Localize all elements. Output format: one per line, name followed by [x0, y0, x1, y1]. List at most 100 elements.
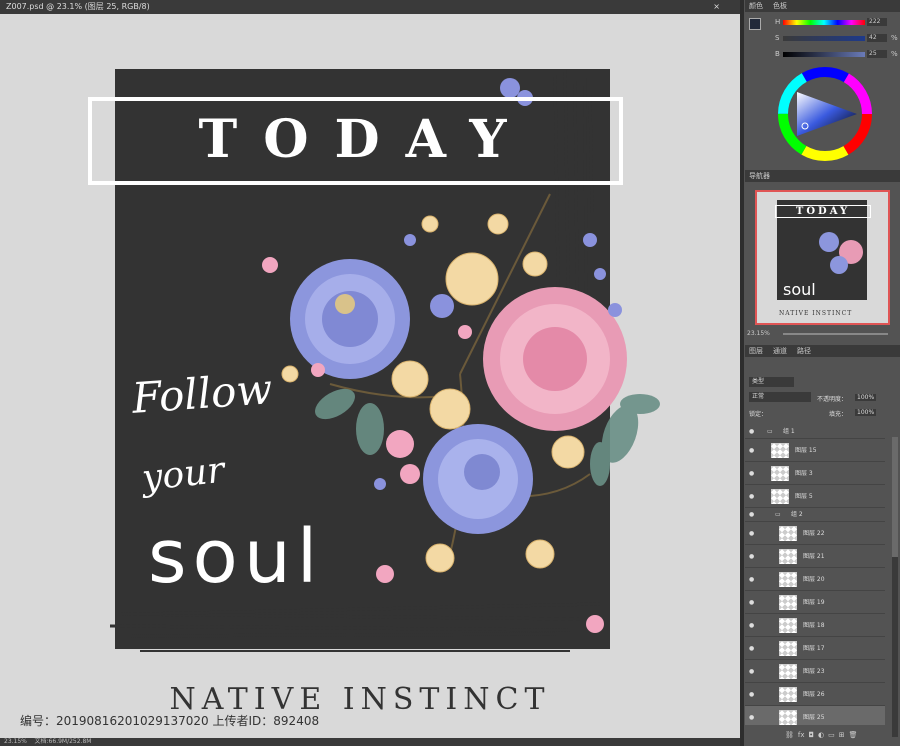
watermark-caption: 编号：20190816201029137020 上传者ID：892408 — [20, 714, 320, 728]
fill-label: 填充： — [829, 411, 848, 418]
layer-row-group-1[interactable]: ● ▭ 组 1 — [745, 425, 885, 439]
layer-row[interactable]: ● 图层 22 — [745, 522, 885, 545]
layer-name: 图层 22 — [803, 530, 825, 537]
eye-icon[interactable]: ● — [749, 637, 754, 660]
tab-navigator[interactable]: 导航器 — [749, 170, 770, 182]
layer-row[interactable]: ● 图层 20 — [745, 568, 885, 591]
navigator-zoom[interactable]: 23.15% — [747, 330, 770, 337]
eye-icon[interactable]: ● — [749, 706, 754, 725]
layer-filter-select[interactable]: 类型 — [749, 377, 794, 387]
preview-flowers-icon — [819, 232, 863, 274]
brightness-label: B — [775, 50, 780, 58]
status-bar: 23.15% 文档:66.9M/252.8M — [0, 738, 740, 746]
canvas[interactable]: TODAY Follow your soul NATIVE INSTINCT 编… — [0, 14, 740, 738]
headline-today: TODAY — [198, 109, 533, 170]
tab-channels[interactable]: 通道 — [773, 345, 787, 357]
adjustment-icon[interactable]: ◐ — [818, 731, 824, 739]
hue-value[interactable]: 222 — [867, 18, 887, 26]
tab-color[interactable]: 颜色 — [749, 0, 763, 12]
navigator-zoom-slider[interactable] — [783, 333, 888, 335]
opacity-value[interactable]: 100% — [855, 394, 877, 401]
fx-icon[interactable]: fx — [798, 731, 805, 739]
eye-icon[interactable]: ● — [749, 660, 754, 683]
hue-slider[interactable] — [783, 20, 865, 25]
preview-headline: TODAY — [775, 205, 871, 218]
saturation-label: S — [775, 34, 780, 42]
preview-soul: soul — [783, 280, 816, 299]
layer-row[interactable]: ● 图层 15 — [745, 439, 885, 462]
layer-row[interactable]: ● 图层 23 — [745, 660, 885, 683]
close-icon[interactable]: × — [713, 0, 720, 14]
pink-peony — [483, 287, 627, 431]
layer-row[interactable]: ● 图层 17 — [745, 637, 885, 660]
eye-icon[interactable]: ● — [749, 545, 754, 568]
navigator-preview[interactable]: TODAY soul NATIVE INSTINCT — [755, 190, 890, 325]
fill-value[interactable]: 100% — [855, 409, 877, 416]
navigator-panel: 导航器 TODAY soul NATIVE INSTINCT 23.15% — [745, 170, 900, 345]
layer-name: 图层 19 — [803, 599, 825, 606]
script-your: your — [140, 449, 227, 500]
eye-icon[interactable]: ● — [749, 485, 754, 508]
saturation-value[interactable]: 42 — [867, 34, 887, 42]
layer-name: 图层 5 — [795, 493, 813, 500]
layer-name: 图层 20 — [803, 576, 825, 583]
eye-icon[interactable]: ● — [749, 591, 754, 614]
layers-scrollbar[interactable] — [892, 437, 898, 737]
layer-row-selected[interactable]: ● 图层 25 — [745, 706, 885, 725]
brightness-slider[interactable] — [783, 52, 865, 57]
word-soul: soul — [148, 514, 324, 600]
eye-icon[interactable]: ● — [749, 508, 754, 522]
saturation-slider[interactable] — [783, 36, 865, 41]
folder-icon[interactable]: ▭ — [828, 731, 835, 739]
eye-icon[interactable]: ● — [749, 614, 754, 637]
eye-icon[interactable]: ● — [749, 462, 754, 485]
document-tab[interactable]: Z007.psd @ 23.1% (图层 25, RGB/8) × — [0, 0, 740, 14]
blend-mode-select[interactable]: 正常 — [749, 392, 811, 402]
layers-list: ● ▭ 组 1 ● 图层 15 ● 图层 3 ● 图层 5 ● ▭ 组 2 ● 图层 2… — [745, 425, 890, 725]
tab-layers[interactable]: 图层 — [749, 345, 763, 357]
color-wheel[interactable] — [775, 64, 875, 164]
layer-row[interactable]: ● 图层 5 — [745, 485, 885, 508]
eye-icon[interactable]: ● — [749, 522, 754, 545]
foreground-swatch[interactable] — [749, 18, 761, 30]
hue-label: H — [775, 18, 781, 26]
layer-thumbnail — [771, 443, 789, 458]
eye-icon[interactable]: ● — [749, 683, 754, 706]
new-layer-icon[interactable]: ⊞ — [839, 731, 845, 739]
brightness-value[interactable]: 25 — [867, 50, 887, 58]
opacity-label: 不透明度： — [817, 396, 848, 403]
layer-row[interactable]: ● 图层 19 — [745, 591, 885, 614]
layer-name: 组 2 — [791, 511, 803, 518]
layer-thumbnail — [779, 664, 797, 679]
color-panel-header: 颜色 色板 — [745, 0, 900, 12]
color-triangle — [797, 92, 857, 136]
link-icon[interactable]: ⛓ — [785, 731, 794, 739]
layer-row[interactable]: ● 图层 26 — [745, 683, 885, 706]
status-zoom: 23.15% — [4, 738, 27, 745]
layers-footer-icons: ⛓ fx ◘ ◐ ▭ ⊞ 🗑 — [785, 731, 858, 739]
layer-name: 图层 26 — [803, 691, 825, 698]
divider-line — [140, 650, 570, 652]
layer-row[interactable]: ● 图层 21 — [745, 545, 885, 568]
navigator-header: 导航器 — [745, 170, 900, 182]
blue-peony-small — [423, 424, 533, 534]
tab-swatches[interactable]: 色板 — [773, 0, 787, 12]
folder-icon: ▭ — [775, 511, 781, 518]
layer-name: 组 1 — [783, 428, 795, 435]
layer-name: 图层 23 — [803, 668, 825, 675]
layer-row[interactable]: ● 图层 3 — [745, 462, 885, 485]
status-doc-info: 文档:66.9M/252.8M — [34, 738, 92, 745]
mask-icon[interactable]: ◘ — [809, 731, 815, 739]
tab-paths[interactable]: 路径 — [797, 345, 811, 357]
eye-icon[interactable]: ● — [749, 425, 754, 439]
script-follow: Follow — [130, 364, 274, 423]
eye-icon[interactable]: ● — [749, 568, 754, 591]
layer-thumbnail — [779, 526, 797, 541]
folder-icon: ▭ — [767, 428, 773, 435]
scrollbar-thumb[interactable] — [892, 437, 898, 557]
layer-row-group-2[interactable]: ● ▭ 组 2 — [745, 508, 885, 522]
eye-icon[interactable]: ● — [749, 439, 754, 462]
layer-row[interactable]: ● 图层 18 — [745, 614, 885, 637]
trash-icon[interactable]: 🗑 — [849, 731, 858, 739]
layer-name: 图层 25 — [803, 714, 825, 721]
